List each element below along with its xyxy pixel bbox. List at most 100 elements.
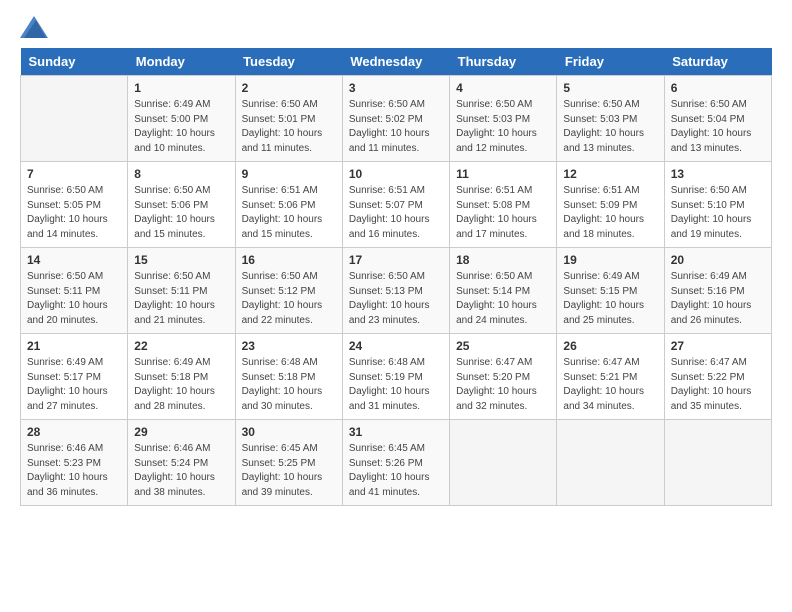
calendar-cell: 21 Sunrise: 6:49 AMSunset: 5:17 PMDaylig… (21, 334, 128, 420)
calendar-cell: 12 Sunrise: 6:51 AMSunset: 5:09 PMDaylig… (557, 162, 664, 248)
calendar-cell (664, 420, 771, 506)
day-info: Sunrise: 6:46 AMSunset: 5:23 PMDaylight:… (27, 442, 121, 500)
day-number: 5 (563, 81, 657, 95)
week-row-5: 28 Sunrise: 6:46 AMSunset: 5:23 PMDaylig… (21, 420, 772, 506)
day-info: Sunrise: 6:51 AMSunset: 5:08 PMDaylight:… (456, 184, 550, 242)
calendar-cell: 2 Sunrise: 6:50 AMSunset: 5:01 PMDayligh… (235, 76, 342, 162)
day-number: 15 (134, 253, 228, 267)
day-info: Sunrise: 6:49 AMSunset: 5:18 PMDaylight:… (134, 356, 228, 414)
header-row: SundayMondayTuesdayWednesdayThursdayFrid… (21, 48, 772, 76)
week-row-4: 21 Sunrise: 6:49 AMSunset: 5:17 PMDaylig… (21, 334, 772, 420)
day-info: Sunrise: 6:49 AMSunset: 5:00 PMDaylight:… (134, 98, 228, 156)
day-number: 27 (671, 339, 765, 353)
day-number: 7 (27, 167, 121, 181)
day-info: Sunrise: 6:45 AMSunset: 5:26 PMDaylight:… (349, 442, 443, 500)
day-number: 29 (134, 425, 228, 439)
header-day-wednesday: Wednesday (342, 48, 449, 76)
day-info: Sunrise: 6:50 AMSunset: 5:11 PMDaylight:… (134, 270, 228, 328)
calendar-cell: 16 Sunrise: 6:50 AMSunset: 5:12 PMDaylig… (235, 248, 342, 334)
day-info: Sunrise: 6:51 AMSunset: 5:09 PMDaylight:… (563, 184, 657, 242)
day-number: 17 (349, 253, 443, 267)
calendar-cell: 20 Sunrise: 6:49 AMSunset: 5:16 PMDaylig… (664, 248, 771, 334)
header-day-monday: Monday (128, 48, 235, 76)
day-number: 25 (456, 339, 550, 353)
calendar-cell: 13 Sunrise: 6:50 AMSunset: 5:10 PMDaylig… (664, 162, 771, 248)
day-number: 19 (563, 253, 657, 267)
day-number: 10 (349, 167, 443, 181)
week-row-3: 14 Sunrise: 6:50 AMSunset: 5:11 PMDaylig… (21, 248, 772, 334)
day-number: 22 (134, 339, 228, 353)
day-number: 9 (242, 167, 336, 181)
day-info: Sunrise: 6:50 AMSunset: 5:05 PMDaylight:… (27, 184, 121, 242)
week-row-2: 7 Sunrise: 6:50 AMSunset: 5:05 PMDayligh… (21, 162, 772, 248)
calendar-cell (557, 420, 664, 506)
calendar-cell: 3 Sunrise: 6:50 AMSunset: 5:02 PMDayligh… (342, 76, 449, 162)
day-number: 20 (671, 253, 765, 267)
calendar-cell: 23 Sunrise: 6:48 AMSunset: 5:18 PMDaylig… (235, 334, 342, 420)
day-number: 2 (242, 81, 336, 95)
calendar-cell: 26 Sunrise: 6:47 AMSunset: 5:21 PMDaylig… (557, 334, 664, 420)
header-day-sunday: Sunday (21, 48, 128, 76)
logo-icon (20, 16, 48, 38)
calendar-cell (450, 420, 557, 506)
logo (20, 16, 52, 38)
day-number: 21 (27, 339, 121, 353)
calendar-cell: 29 Sunrise: 6:46 AMSunset: 5:24 PMDaylig… (128, 420, 235, 506)
calendar-cell: 19 Sunrise: 6:49 AMSunset: 5:15 PMDaylig… (557, 248, 664, 334)
day-info: Sunrise: 6:49 AMSunset: 5:17 PMDaylight:… (27, 356, 121, 414)
day-info: Sunrise: 6:46 AMSunset: 5:24 PMDaylight:… (134, 442, 228, 500)
day-info: Sunrise: 6:50 AMSunset: 5:14 PMDaylight:… (456, 270, 550, 328)
day-info: Sunrise: 6:50 AMSunset: 5:12 PMDaylight:… (242, 270, 336, 328)
day-info: Sunrise: 6:49 AMSunset: 5:16 PMDaylight:… (671, 270, 765, 328)
day-info: Sunrise: 6:48 AMSunset: 5:19 PMDaylight:… (349, 356, 443, 414)
day-info: Sunrise: 6:51 AMSunset: 5:07 PMDaylight:… (349, 184, 443, 242)
calendar-cell: 27 Sunrise: 6:47 AMSunset: 5:22 PMDaylig… (664, 334, 771, 420)
calendar-cell: 11 Sunrise: 6:51 AMSunset: 5:08 PMDaylig… (450, 162, 557, 248)
day-number: 14 (27, 253, 121, 267)
day-info: Sunrise: 6:50 AMSunset: 5:02 PMDaylight:… (349, 98, 443, 156)
calendar-cell: 4 Sunrise: 6:50 AMSunset: 5:03 PMDayligh… (450, 76, 557, 162)
calendar-cell: 7 Sunrise: 6:50 AMSunset: 5:05 PMDayligh… (21, 162, 128, 248)
day-info: Sunrise: 6:47 AMSunset: 5:20 PMDaylight:… (456, 356, 550, 414)
calendar-cell: 30 Sunrise: 6:45 AMSunset: 5:25 PMDaylig… (235, 420, 342, 506)
calendar-cell: 9 Sunrise: 6:51 AMSunset: 5:06 PMDayligh… (235, 162, 342, 248)
day-number: 1 (134, 81, 228, 95)
calendar-cell: 18 Sunrise: 6:50 AMSunset: 5:14 PMDaylig… (450, 248, 557, 334)
calendar-cell (21, 76, 128, 162)
day-number: 28 (27, 425, 121, 439)
calendar-cell: 1 Sunrise: 6:49 AMSunset: 5:00 PMDayligh… (128, 76, 235, 162)
day-info: Sunrise: 6:45 AMSunset: 5:25 PMDaylight:… (242, 442, 336, 500)
calendar-cell: 22 Sunrise: 6:49 AMSunset: 5:18 PMDaylig… (128, 334, 235, 420)
day-number: 31 (349, 425, 443, 439)
day-number: 13 (671, 167, 765, 181)
calendar-cell: 14 Sunrise: 6:50 AMSunset: 5:11 PMDaylig… (21, 248, 128, 334)
calendar-table: SundayMondayTuesdayWednesdayThursdayFrid… (20, 48, 772, 506)
day-number: 12 (563, 167, 657, 181)
header-day-saturday: Saturday (664, 48, 771, 76)
header (20, 16, 772, 38)
day-number: 26 (563, 339, 657, 353)
calendar-cell: 8 Sunrise: 6:50 AMSunset: 5:06 PMDayligh… (128, 162, 235, 248)
day-number: 6 (671, 81, 765, 95)
day-number: 30 (242, 425, 336, 439)
day-info: Sunrise: 6:50 AMSunset: 5:01 PMDaylight:… (242, 98, 336, 156)
calendar-cell: 10 Sunrise: 6:51 AMSunset: 5:07 PMDaylig… (342, 162, 449, 248)
day-info: Sunrise: 6:50 AMSunset: 5:13 PMDaylight:… (349, 270, 443, 328)
day-info: Sunrise: 6:47 AMSunset: 5:22 PMDaylight:… (671, 356, 765, 414)
header-day-tuesday: Tuesday (235, 48, 342, 76)
day-number: 16 (242, 253, 336, 267)
day-number: 4 (456, 81, 550, 95)
day-info: Sunrise: 6:50 AMSunset: 5:11 PMDaylight:… (27, 270, 121, 328)
calendar-cell: 5 Sunrise: 6:50 AMSunset: 5:03 PMDayligh… (557, 76, 664, 162)
day-number: 8 (134, 167, 228, 181)
calendar-cell: 25 Sunrise: 6:47 AMSunset: 5:20 PMDaylig… (450, 334, 557, 420)
day-number: 24 (349, 339, 443, 353)
day-number: 11 (456, 167, 550, 181)
day-number: 23 (242, 339, 336, 353)
calendar-cell: 24 Sunrise: 6:48 AMSunset: 5:19 PMDaylig… (342, 334, 449, 420)
day-number: 3 (349, 81, 443, 95)
day-info: Sunrise: 6:50 AMSunset: 5:04 PMDaylight:… (671, 98, 765, 156)
header-day-friday: Friday (557, 48, 664, 76)
calendar-cell: 17 Sunrise: 6:50 AMSunset: 5:13 PMDaylig… (342, 248, 449, 334)
day-info: Sunrise: 6:50 AMSunset: 5:10 PMDaylight:… (671, 184, 765, 242)
